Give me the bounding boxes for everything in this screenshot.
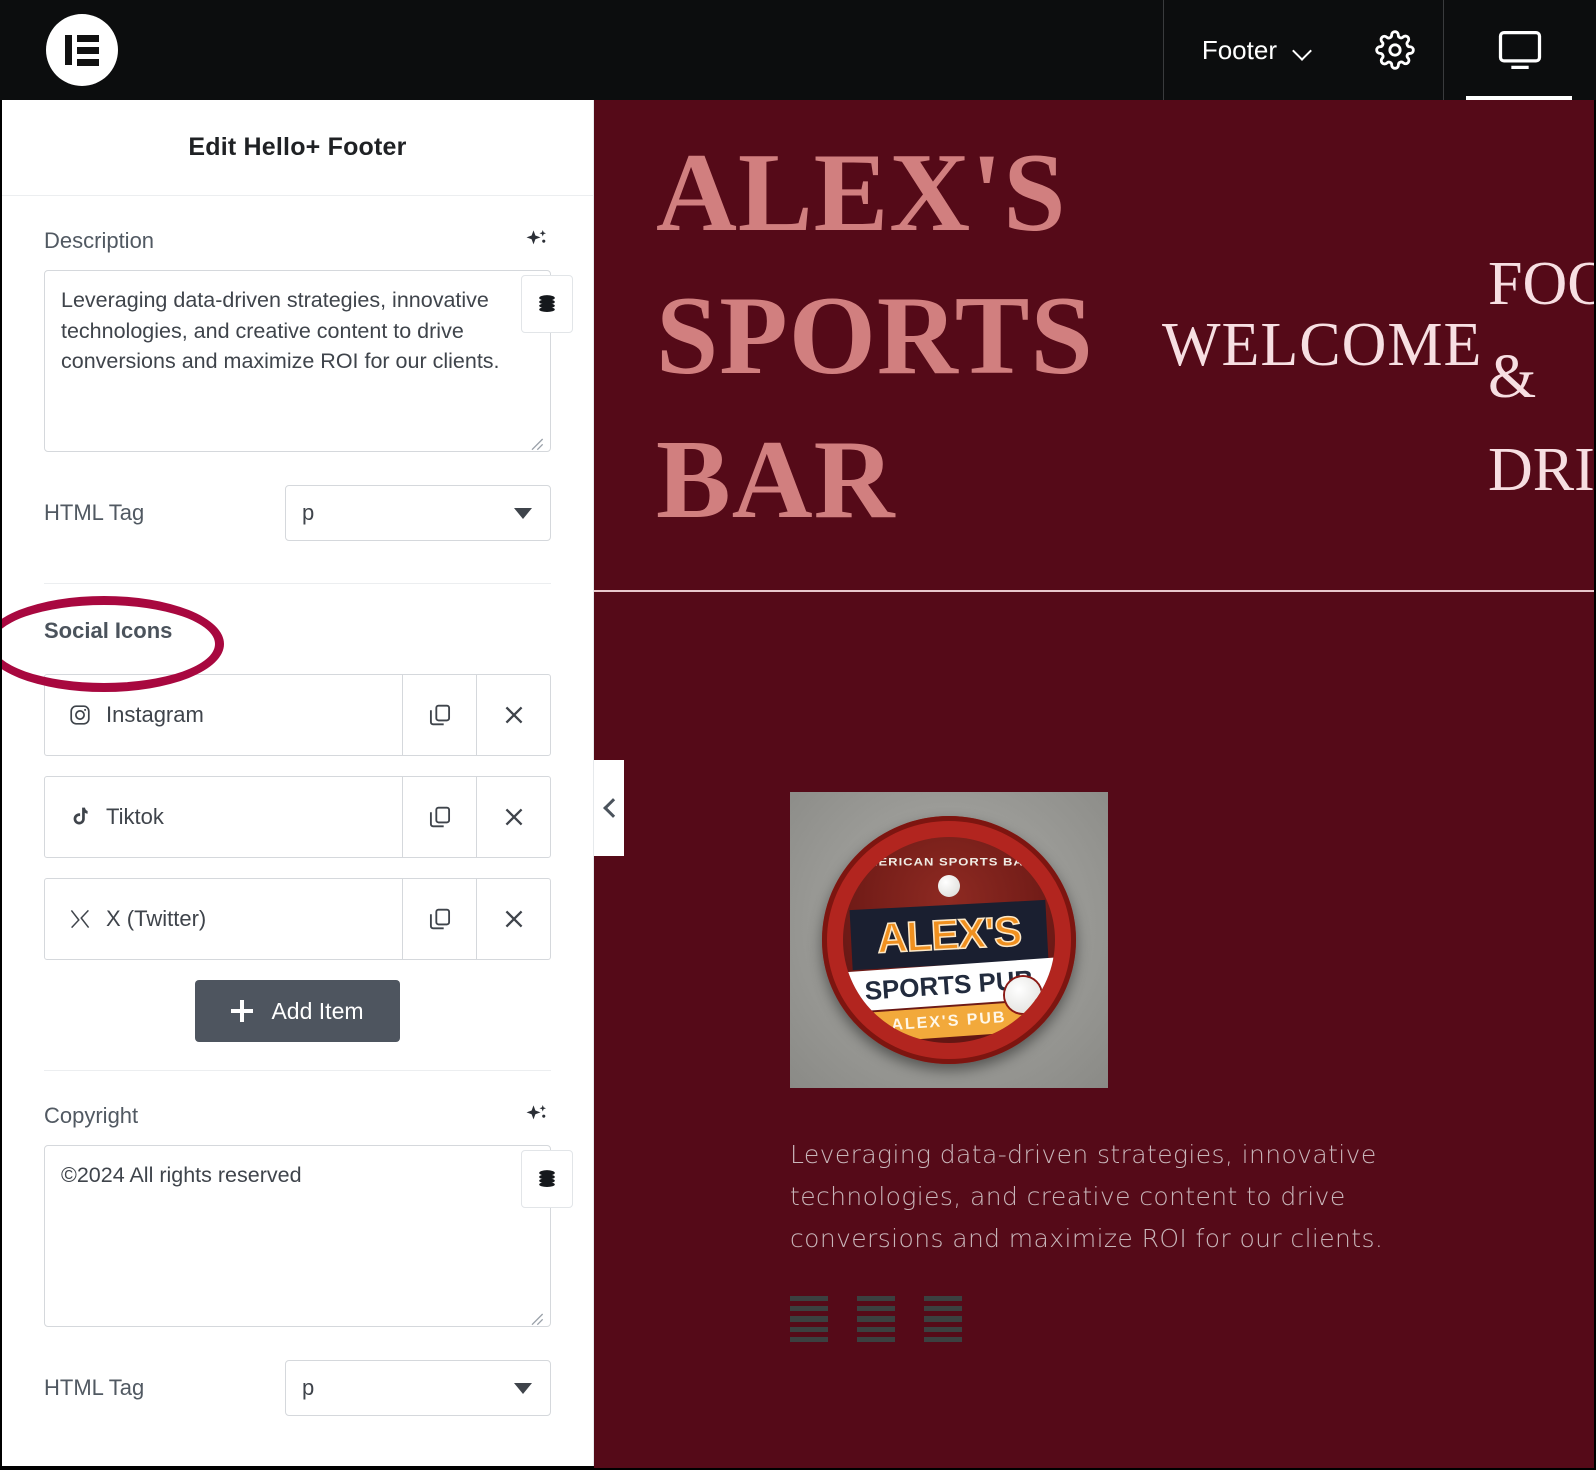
document-name-label: Footer — [1201, 34, 1277, 65]
database-stack-icon — [539, 295, 555, 313]
logo-soccer-ball-icon — [1005, 977, 1041, 1013]
social-icons-section-header: Social Icons — [2, 584, 593, 692]
social-item-instagram[interactable]: Instagram — [45, 675, 402, 755]
copyright-html-tag-select[interactable]: p — [285, 1360, 551, 1416]
desktop-monitor-icon — [1498, 31, 1542, 69]
hero-title: ALEX'S SPORTS BAR — [656, 131, 1094, 542]
description-control: Description — [2, 196, 593, 457]
add-item-row: Add Item — [44, 980, 551, 1042]
ai-sparkle-icon[interactable] — [521, 1101, 551, 1131]
footer-description: Leveraging data-driven strategies, innov… — [790, 1140, 1384, 1253]
social-item-label: X (Twitter) — [106, 906, 207, 931]
copy-icon — [429, 806, 450, 828]
description-html-tag-control: HTML Tag p — [2, 457, 593, 584]
panel-collapse-handle[interactable] — [594, 760, 624, 856]
social-icon-placeholder[interactable] — [857, 1296, 895, 1343]
copy-icon — [429, 704, 450, 726]
editor-root: Footer Edit Hello+ Footer Description Le… — [0, 0, 1596, 1470]
description-textarea[interactable] — [44, 270, 551, 452]
copyright-html-tag-value: p — [302, 1375, 315, 1400]
logo-badge-inner: AMERICAN SPORTS BALL ALEX'S SPORTS PUB A… — [843, 837, 1055, 1043]
close-x-icon — [505, 808, 522, 826]
chevron-down-icon — [1293, 44, 1313, 56]
preview-canvas: ALEX'S SPORTS BAR WELCOME FOOD&DRINKS AM… — [594, 100, 1594, 1468]
description-html-tag-row: HTML Tag p — [44, 457, 551, 555]
elementor-logo-icon — [46, 14, 118, 86]
editor-topbar: Footer — [0, 0, 1596, 100]
social-item-x-twitter[interactable]: X (Twitter) — [45, 879, 402, 959]
copyright-label-row: Copyright — [44, 1071, 551, 1145]
social-item-tiktok[interactable]: Tiktok — [45, 777, 402, 857]
database-stack-icon — [539, 1170, 555, 1188]
logo-ribbon-text: ALEX'S PUB — [890, 1008, 1008, 1035]
add-item-button[interactable]: Add Item — [195, 980, 400, 1042]
add-item-label: Add Item — [271, 997, 364, 1024]
settings-button[interactable] — [1347, 0, 1443, 100]
hero-welcome-text: WELCOME — [1162, 311, 1483, 379]
hero-section: ALEX'S SPORTS BAR WELCOME FOOD&DRINKS — [594, 100, 1594, 592]
footer-section: AMERICAN SPORTS BALL ALEX'S SPORTS PUB A… — [594, 592, 1594, 1343]
ai-sparkle-icon[interactable] — [521, 226, 551, 256]
social-icons-repeater: Instagram Tiktok X (Twitter) Add Item — [2, 674, 593, 1042]
description-html-tag-select[interactable]: p — [285, 485, 551, 541]
copyright-section: Copyright — [2, 1070, 593, 1332]
remove-item-button[interactable] — [476, 675, 550, 755]
panel-body: Description Leveraging data-driven strat… — [2, 196, 593, 1430]
list-item[interactable]: X (Twitter) — [44, 878, 551, 960]
copyright-label: Copyright — [44, 1103, 139, 1128]
logo-arc-text: AMERICAN SPORTS BALL — [856, 855, 1042, 868]
caret-down-icon — [514, 507, 532, 519]
description-html-tag-value: p — [302, 500, 315, 525]
footer-logo-image: AMERICAN SPORTS BALL ALEX'S SPORTS PUB A… — [790, 792, 1108, 1088]
logo-ball-icon — [938, 875, 960, 897]
list-item[interactable]: Instagram — [44, 674, 551, 756]
description-html-tag-label: HTML Tag — [44, 500, 145, 525]
social-icons-section-title: Social Icons — [44, 618, 173, 643]
copyright-html-tag-label: HTML Tag — [44, 1375, 145, 1400]
x-twitter-icon — [67, 906, 93, 932]
document-selector[interactable]: Footer — [1164, 0, 1347, 100]
remove-item-button[interactable] — [476, 777, 550, 857]
panel-title: Edit Hello+ Footer — [188, 133, 407, 161]
description-label: Description — [44, 228, 155, 253]
responsive-desktop-button[interactable] — [1444, 0, 1596, 100]
instagram-icon — [67, 702, 93, 728]
copyright-html-tag-control: HTML Tag p — [2, 1332, 593, 1430]
duplicate-item-button[interactable] — [402, 777, 476, 857]
description-textarea-wrap — [44, 270, 573, 457]
duplicate-item-button[interactable] — [402, 675, 476, 755]
social-icon-placeholder[interactable] — [790, 1296, 828, 1343]
caret-down-icon — [514, 1382, 532, 1394]
description-dynamic-tags-button[interactable] — [521, 275, 573, 333]
elementor-logo-button[interactable] — [0, 0, 200, 100]
social-item-label: Tiktok — [106, 804, 164, 829]
copyright-textarea[interactable] — [44, 1145, 551, 1327]
copy-icon — [429, 908, 450, 930]
description-label-row: Description — [44, 196, 551, 270]
list-item[interactable]: Tiktok — [44, 776, 551, 858]
close-x-icon — [505, 910, 522, 928]
remove-item-button[interactable] — [476, 879, 550, 959]
copyright-dynamic-tags-button[interactable] — [521, 1150, 573, 1208]
footer-social-icons — [790, 1296, 1594, 1343]
panel-header: Edit Hello+ Footer — [2, 100, 593, 196]
plus-icon — [231, 1000, 254, 1022]
gear-icon — [1375, 30, 1415, 70]
chevron-left-icon — [602, 801, 616, 815]
logo-main-text: ALEX'S — [875, 907, 1023, 963]
tiktok-icon — [67, 804, 93, 830]
copyright-textarea-wrap — [44, 1145, 573, 1332]
duplicate-item-button[interactable] — [402, 879, 476, 959]
hero-food-drinks-text: FOOD&DRINKS — [1488, 250, 1594, 504]
close-x-icon — [505, 706, 522, 724]
editor-panel: Edit Hello+ Footer Description Leveragin… — [2, 100, 594, 1466]
copyright-html-tag-row: HTML Tag p — [44, 1332, 551, 1430]
social-item-label: Instagram — [106, 702, 204, 727]
social-icon-placeholder[interactable] — [924, 1296, 962, 1343]
